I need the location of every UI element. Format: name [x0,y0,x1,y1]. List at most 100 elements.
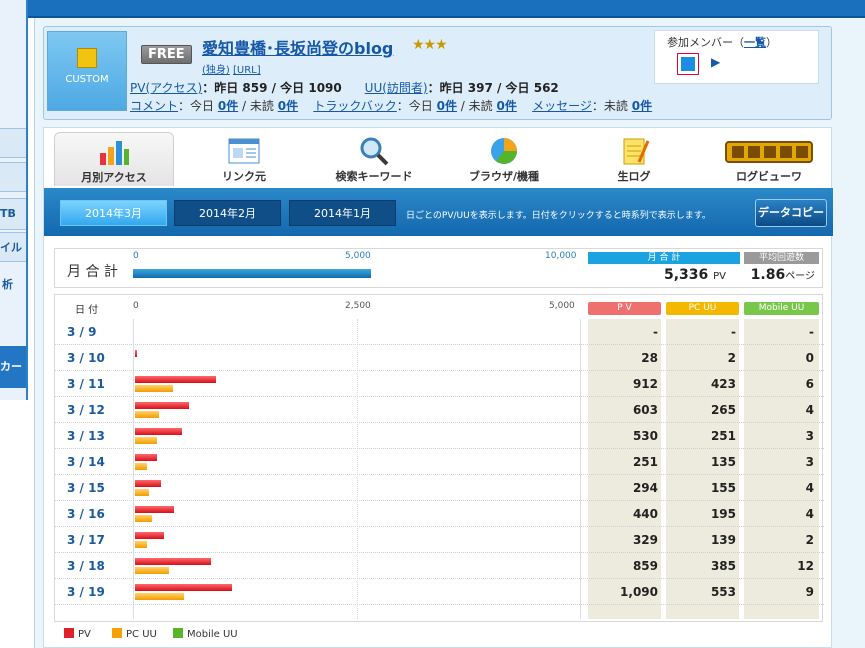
table-row[interactable]: 3 / 17 329 139 2 [55,527,824,553]
date-column-header: 日 付 [75,305,99,316]
data-copy-button[interactable]: データコピー [755,199,827,227]
tab-referrer[interactable]: リンク元 [184,132,304,186]
row-date[interactable]: 3 / 10 [67,351,105,365]
row-date[interactable]: 3 / 15 [67,481,105,495]
row-pc-value: 553 [710,585,736,599]
comment-text: ：今日 [178,99,215,113]
tab-label: ブラウザ/機種 [468,170,540,183]
table-row[interactable]: 3 / 12 603 265 4 [55,397,824,423]
members-next-arrow-icon[interactable]: ▶ [711,55,720,69]
avg-pages-unit: ページ [785,271,815,282]
monthly-scale-max: 10,000 [545,251,577,261]
legend-mobile-uu: Mobile UU [173,628,238,640]
comment-link[interactable]: コメント [130,99,178,113]
member-avatar[interactable] [677,53,699,75]
pv-bar [135,402,189,409]
trackback-link[interactable]: トラックバック [313,99,396,113]
pc-uu-bar [135,411,159,418]
sidebar-item-analysis[interactable]: 析 [2,276,13,292]
pv-column-header: P V [588,302,661,315]
sidebar-item-tb[interactable]: TB [0,198,26,230]
table-row[interactable]: 3 / 15 294 155 4 [55,475,824,501]
plan-badge: FREE [141,45,192,64]
tag-url-link[interactable]: [URL] [233,65,261,76]
table-row[interactable]: 3 / 11 912 423 6 [55,371,824,397]
row-date[interactable]: 3 / 12 [67,403,105,417]
trackback-today-link[interactable]: 0件 [437,99,457,113]
row-mobile-value: 0 [805,351,814,365]
row-date[interactable]: 3 / 17 [67,533,105,547]
monthly-total-unit: PV [713,271,726,282]
pc-uu-bar [135,593,185,600]
daily-scale-0: 0 [133,301,139,311]
tab-monthly-access[interactable]: 月別アクセス [54,132,174,186]
members-list-link[interactable]: 一覧 [744,36,766,49]
row-mobile-value: 12 [797,559,814,573]
table-row[interactable]: 3 / 18 859 385 12 [55,553,824,579]
row-date[interactable]: 3 / 16 [67,507,105,521]
monthly-scale-mid: 5,000 [345,251,371,261]
members-box: 参加メンバー（一覧） ▶ [654,30,819,84]
tab-log-viewer[interactable]: ログビューワ [709,132,829,186]
tab-search-keyword[interactable]: 検索キーワード [314,132,434,186]
avg-pages-number: 1.86 [750,267,786,283]
pv-bar [135,454,158,461]
message-link[interactable]: メッセージ [532,99,592,113]
table-row[interactable]: 3 / 14 251 135 3 [55,449,824,475]
tab-raw-log[interactable]: 生ログ [574,132,694,186]
row-pv-value: 530 [632,429,658,443]
message-text: ：未読 [591,99,628,113]
trackback-text: ：今日 [396,99,433,113]
trackback-unread-link[interactable]: 0件 [496,99,516,113]
row-pv-value: 294 [632,481,658,495]
sidebar-item[interactable] [0,128,26,158]
pv-bar [135,350,138,357]
tag-solo-link[interactable]: (独身) [202,65,230,76]
bar-chart-icon [97,137,131,167]
comment-today-link[interactable]: 0件 [218,99,238,113]
sidebar-item-marker[interactable]: カー [0,346,26,388]
uu-link[interactable]: UU(訪問者) [365,81,428,95]
month-tab-2014-01[interactable]: 2014年1月 [289,200,396,226]
sidebar-item-file[interactable]: イル [0,232,26,262]
table-row[interactable]: 3 / 16 440 195 4 [55,501,824,527]
legend-pv-swatch [64,628,74,638]
row-pv-value: - [653,325,658,339]
tab-browser-device[interactable]: ブラウザ/機種 [444,132,564,186]
row-date[interactable]: 3 / 9 [67,325,96,339]
row-pc-value: 265 [710,403,736,417]
row-pc-value: 2 [727,351,736,365]
cube-icon [77,48,97,68]
tab-label: リンク元 [222,170,266,183]
row-pv-value: 859 [632,559,658,573]
pv-bar [135,506,175,513]
blog-logo[interactable]: CUSTOM [47,31,127,111]
tab-label: ログビューワ [736,170,802,183]
members-label: 参加メンバー（一覧） [667,34,777,50]
table-row[interactable]: 3 / 13 530 251 3 [55,423,824,449]
row-date[interactable]: 3 / 13 [67,429,105,443]
blog-title-link[interactable]: 愛知豊橋･長坂尚登のblog [202,35,393,59]
daily-table: 日 付 0 2,500 5,000 P V PC UU Mobile UU 3 … [54,294,824,622]
table-row[interactable]: 3 / 10 28 2 0 [55,345,824,371]
sidebar-item-label: TB [0,207,16,220]
row-date[interactable]: 3 / 18 [67,559,105,573]
sidebar-item[interactable] [0,162,26,192]
row-date[interactable]: 3 / 11 [67,377,105,391]
table-row[interactable]: 3 / 19 1,090 553 9 [55,579,824,605]
pv-link[interactable]: PV(アクセス) [130,81,202,95]
row-date[interactable]: 3 / 19 [67,585,105,599]
month-tab-2014-03[interactable]: 2014年3月 [60,200,167,226]
row-pc-value: 423 [710,377,736,391]
table-row[interactable]: 3 / 9 - - - [55,319,824,345]
message-unread-link[interactable]: 0件 [632,99,652,113]
pc-uu-column-header: PC UU [666,302,739,315]
month-tab-2014-02[interactable]: 2014年2月 [174,200,281,226]
pv-text: ：昨日 859 / 今日 1090 [202,81,342,95]
pv-bar [135,480,162,487]
pv-bar [135,428,183,435]
access-panel: 月別アクセス リンク元 検索キーワード ブラウザ/機種 生ログ ログビューワ 2… [43,127,833,648]
row-mobile-value: - [809,325,814,339]
comment-unread-link[interactable]: 0件 [278,99,298,113]
row-date[interactable]: 3 / 14 [67,455,105,469]
